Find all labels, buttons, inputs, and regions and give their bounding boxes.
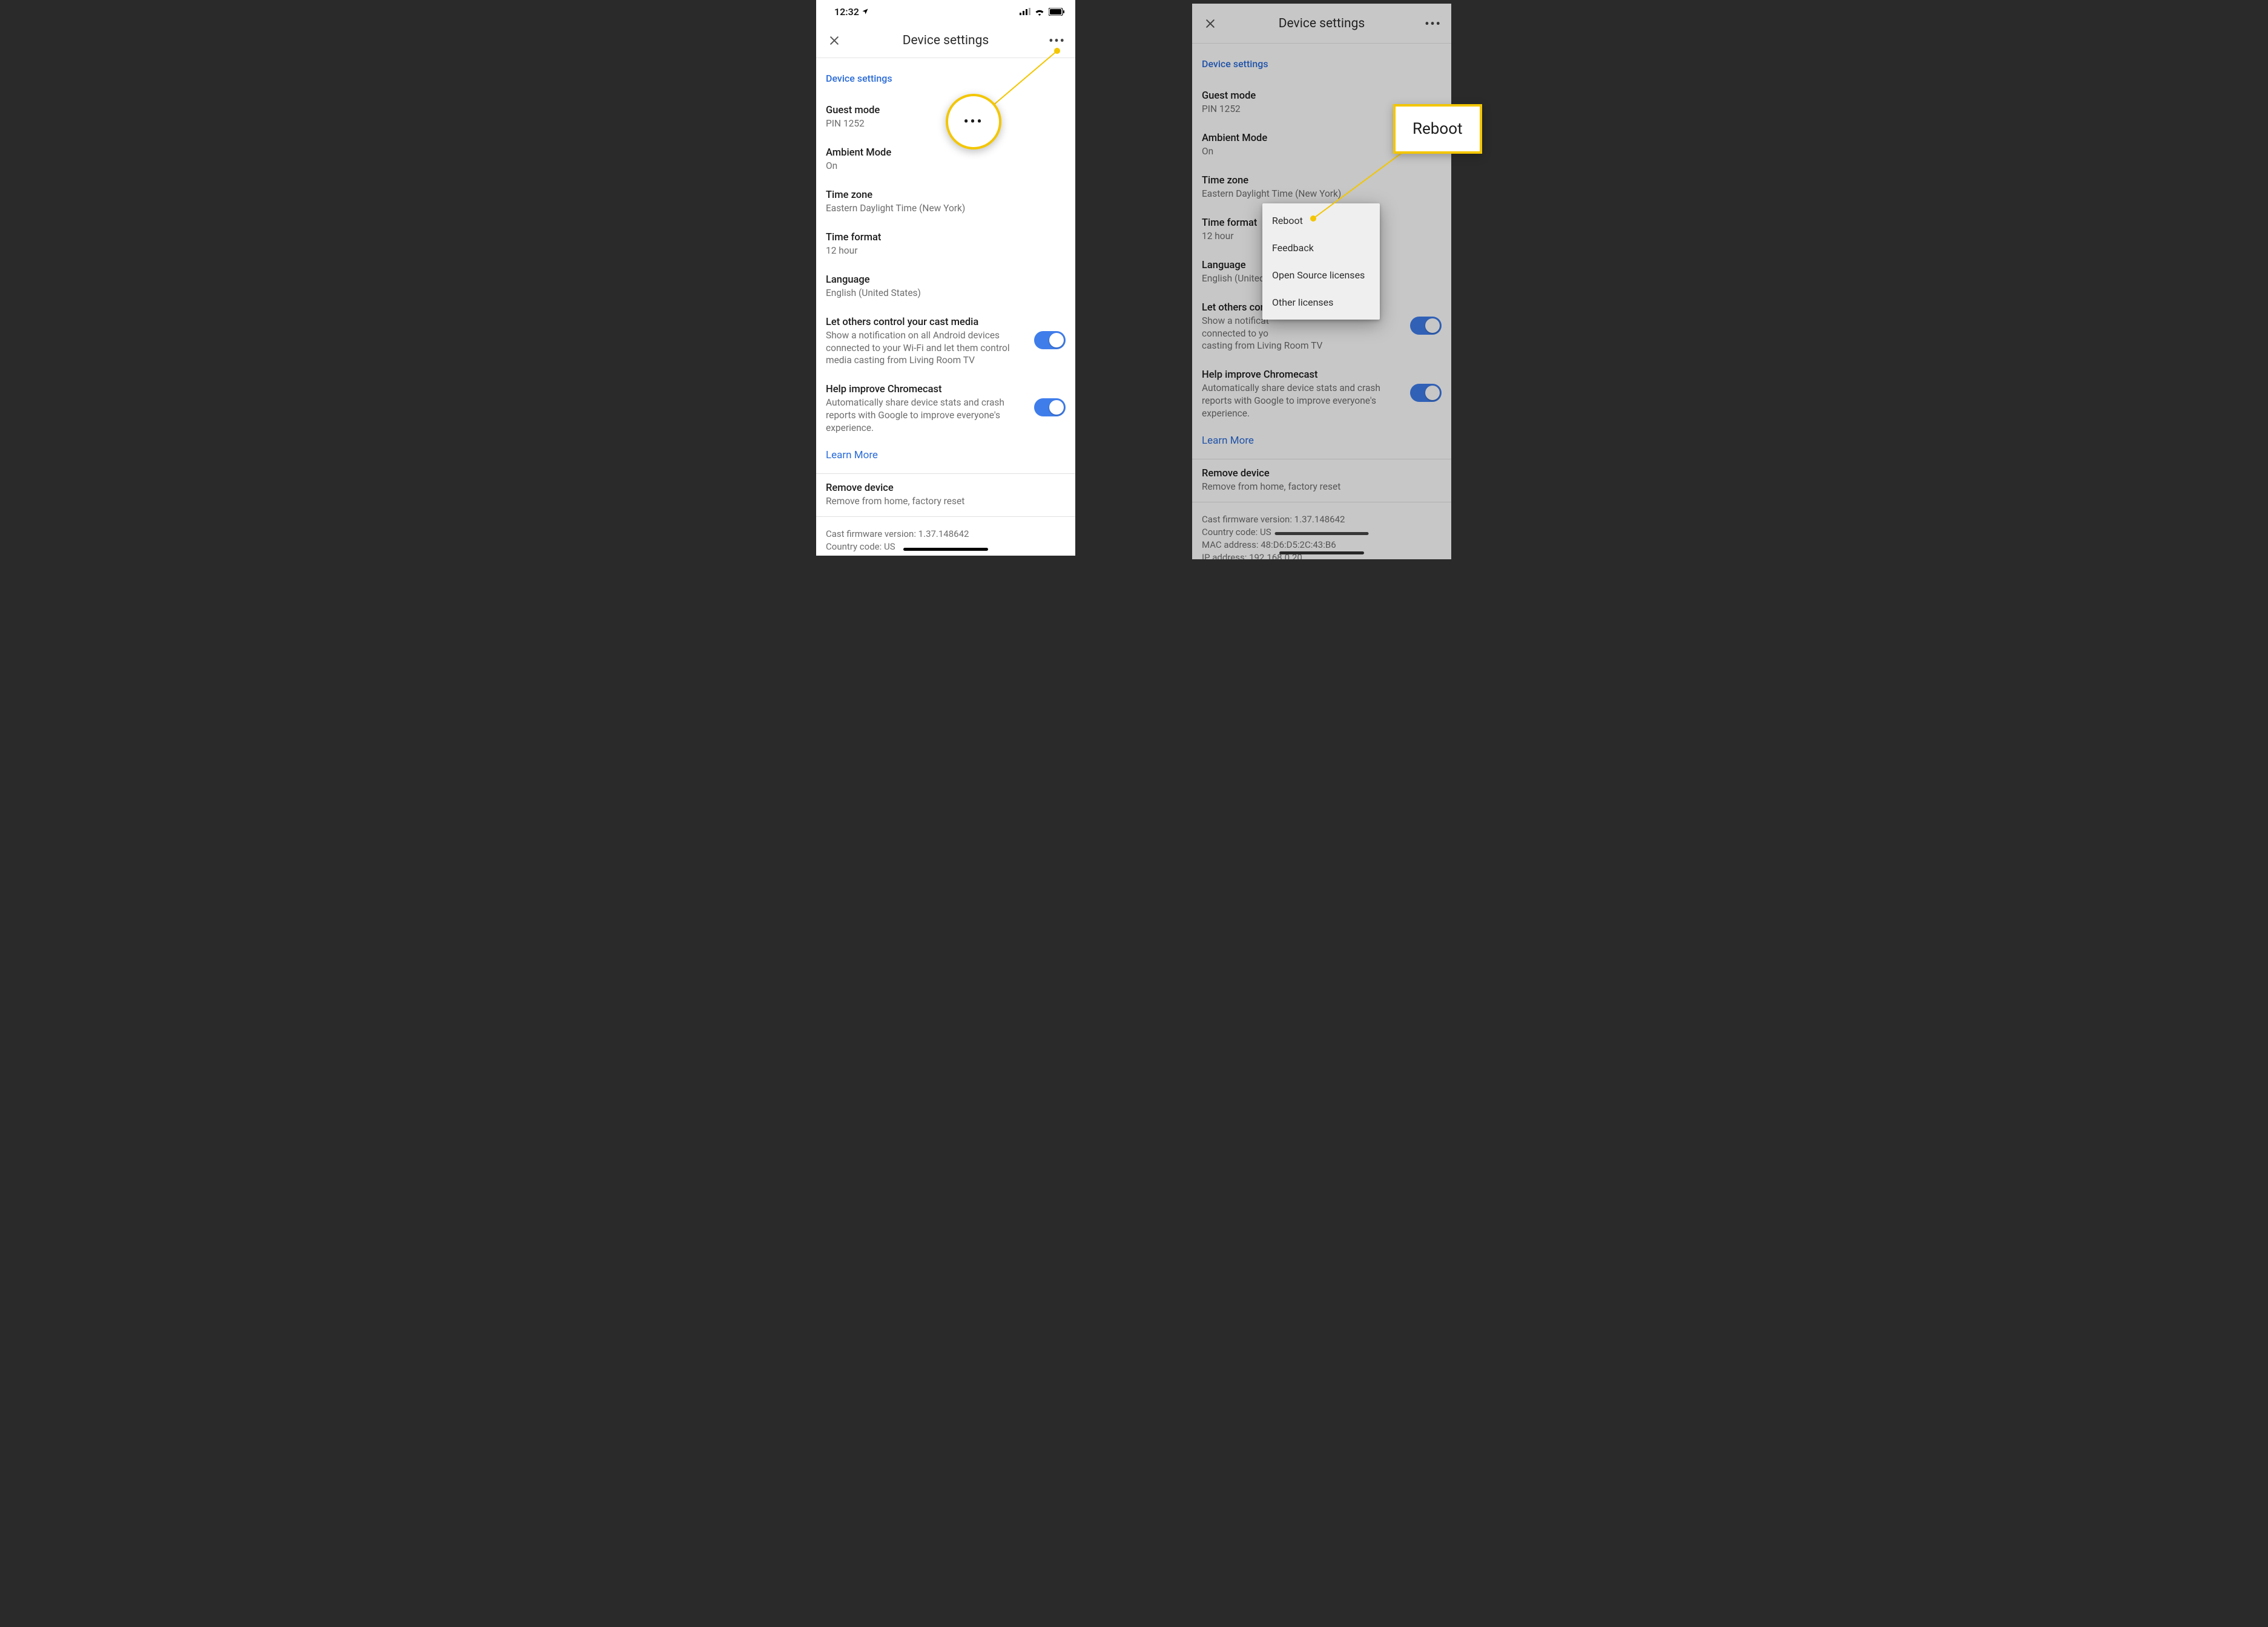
callout-reboot-label: Reboot [1393, 104, 1482, 154]
row-label: Help improve Chromecast [826, 384, 1028, 395]
row-label: Ambient Mode [826, 147, 1066, 159]
row-help-improve[interactable]: Help improve Chromecast Automatically sh… [1202, 361, 1442, 429]
more-horizontal-icon: ••• [964, 114, 984, 130]
overflow-menu-button[interactable]: ••• [1049, 32, 1066, 49]
mac-line: MAC address: 48:D6:D5:2C:43:B6 [826, 553, 1066, 556]
phone-screenshot-left: 12:32 Device settings ••• Device setting… [816, 0, 1075, 556]
row-label: Guest mode [1202, 90, 1442, 102]
row-label: Guest mode [826, 105, 1066, 116]
wifi-icon [1034, 8, 1045, 16]
menu-item-feedback[interactable]: Feedback [1262, 234, 1380, 261]
phone-screenshot-right: Device settings ••• Device settings Gues… [1192, 4, 1451, 559]
row-help-improve[interactable]: Help improve Chromecast Automatically sh… [826, 375, 1066, 443]
settings-content: Device settings Guest mode PIN 1252 Ambi… [816, 58, 1075, 556]
page-title: Device settings [1219, 16, 1425, 31]
row-time-format[interactable]: Time format 12 hour [826, 223, 1066, 266]
device-info-footer: Cast firmware version: 1.37.148642 Count… [1202, 502, 1442, 559]
device-settings-link[interactable]: Device settings [826, 58, 1066, 96]
callout-anchor-dot [1310, 215, 1316, 222]
row-cast-control[interactable]: Let others control your cast media Show … [826, 308, 1066, 376]
status-bar: 12:32 [816, 0, 1075, 23]
menu-item-reboot[interactable]: Reboot [1262, 207, 1380, 234]
firmware-line: Cast firmware version: 1.37.148642 [1202, 513, 1442, 526]
row-remove-device[interactable]: Remove device Remove from home, factory … [1202, 459, 1442, 502]
row-sub: Show a notification on all Android devic… [826, 329, 1028, 367]
row-sub: Automatically share device stats and cra… [1202, 382, 1404, 420]
row-label: Remove device [826, 482, 1066, 494]
device-settings-link[interactable]: Device settings [1202, 44, 1442, 82]
row-sub: 12 hour [826, 245, 1066, 257]
callout-more-button: ••• [946, 94, 1001, 150]
row-sub: Remove from home, factory reset [1202, 481, 1442, 493]
home-indicator [903, 548, 988, 551]
firmware-line: Cast firmware version: 1.37.148642 [826, 528, 1066, 541]
row-time-zone[interactable]: Time zone Eastern Daylight Time (New Yor… [826, 181, 1066, 223]
callout-anchor-dot [1054, 48, 1060, 54]
cast-control-toggle[interactable] [1034, 331, 1066, 349]
row-sub: Remove from home, factory reset [826, 495, 1066, 508]
home-indicator [1279, 551, 1364, 554]
cast-control-toggle[interactable] [1410, 317, 1442, 335]
close-button[interactable] [1202, 15, 1219, 32]
row-label: Let others control your cast media [826, 317, 1028, 328]
country-line: Country code: US [826, 541, 1066, 553]
row-label: Help improve Chromecast [1202, 369, 1404, 381]
menu-item-open-source-licenses[interactable]: Open Source licenses [1262, 261, 1380, 289]
close-button[interactable] [826, 32, 843, 49]
battery-icon [1049, 8, 1064, 16]
overflow-menu-popup: Reboot Feedback Open Source licenses Oth… [1262, 203, 1380, 320]
close-icon [828, 35, 840, 47]
row-label: Language [826, 274, 1066, 286]
mac-line: MAC address: 48:D6:D5:2C:43:B6 [1202, 539, 1442, 551]
row-sub: Eastern Daylight Time (New York) [826, 202, 1066, 215]
home-indicator [1275, 532, 1369, 535]
help-improve-toggle[interactable] [1410, 384, 1442, 402]
row-label: Remove device [1202, 468, 1442, 479]
menu-item-other-licenses[interactable]: Other licenses [1262, 289, 1380, 316]
row-sub: Automatically share device stats and cra… [826, 396, 1028, 435]
row-time-zone[interactable]: Time zone Eastern Daylight Time (New Yor… [1202, 166, 1442, 209]
more-horizontal-icon: ••• [1049, 33, 1066, 48]
row-ambient-mode[interactable]: Ambient Mode On [826, 139, 1066, 181]
more-horizontal-icon: ••• [1425, 16, 1442, 31]
learn-more-link[interactable]: Learn More [826, 443, 1066, 473]
location-icon [862, 8, 869, 15]
help-improve-toggle[interactable] [1034, 398, 1066, 416]
row-remove-device[interactable]: Remove device Remove from home, factory … [826, 474, 1066, 516]
page-title: Device settings [843, 33, 1049, 48]
row-sub: Show a notificat connected to yo casting… [1202, 315, 1404, 353]
learn-more-link[interactable]: Learn More [1202, 429, 1442, 459]
row-sub: English (United States) [826, 287, 1066, 300]
row-label: Time format [826, 232, 1066, 243]
overflow-menu-button[interactable]: ••• [1425, 15, 1442, 32]
close-icon [1204, 18, 1216, 30]
status-time: 12:32 [834, 6, 869, 18]
nav-header: Device settings ••• [1192, 4, 1451, 44]
row-sub: Eastern Daylight Time (New York) [1202, 188, 1442, 200]
row-label: Time zone [1202, 175, 1442, 186]
row-language[interactable]: Language English (United States) [826, 266, 1066, 308]
nav-header: Device settings ••• [816, 23, 1075, 58]
cellular-signal-icon [1020, 8, 1030, 15]
row-label: Time zone [826, 189, 1066, 201]
row-sub: On [826, 160, 1066, 173]
